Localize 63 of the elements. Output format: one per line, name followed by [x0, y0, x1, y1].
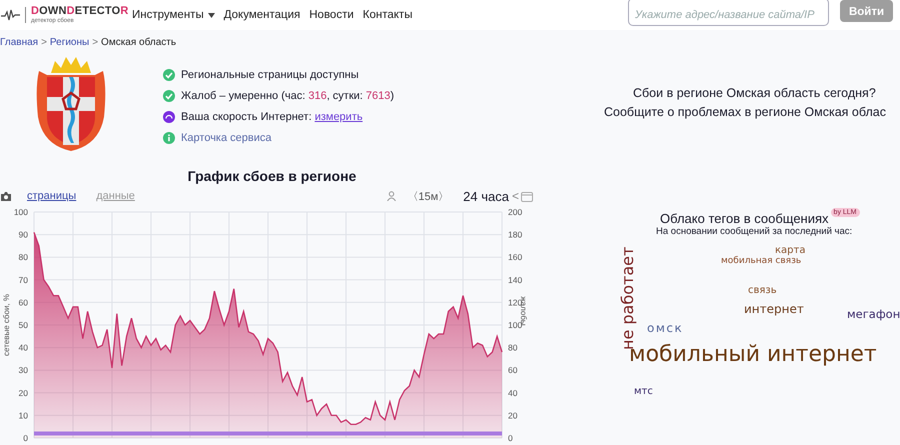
breadcrumb-separator: > [41, 36, 47, 48]
logo-text[interactable]: DOWNDETECTOR [31, 6, 129, 17]
nav-link[interactable]: Контакты [362, 9, 412, 21]
nav-link[interactable]: Документация [224, 9, 300, 21]
y-axis-label: 60 [508, 365, 518, 376]
breadcrumb-current: Омская область [101, 36, 176, 48]
calendar-icon[interactable] [521, 190, 533, 202]
camera-icon[interactable] [1, 192, 11, 200]
nav-link[interactable]: Новости [309, 9, 354, 21]
y-axis-label: 200 [508, 207, 522, 217]
report-prompt: Сообщите о проблемах в регионе Омская облас [603, 105, 887, 121]
breadcrumb-link[interactable]: Главная [0, 36, 38, 48]
y-axis-label: 40 [508, 388, 518, 398]
status-text: Жалоб – умеренно (час: 316, сутки: 7613) [181, 90, 394, 102]
y-axis-label: 20 [508, 410, 518, 420]
y-axis-label: 20 [18, 388, 28, 398]
y-axis-label: 140 [508, 274, 522, 285]
y-axis-label: 90 [18, 230, 28, 240]
y-axis-label: 70 [18, 274, 28, 285]
info-icon [163, 132, 175, 144]
y-axis-label: 0 [23, 433, 28, 443]
tag-word: интернет [744, 303, 804, 315]
y-axis-label: 40 [18, 342, 28, 353]
region-headline: Сбои в регионе Омская область сегодня? [632, 85, 877, 102]
tag-word: мегафон [847, 309, 900, 320]
y-axis-label: 80 [508, 342, 518, 353]
y-axis-title: сетевые сбои, % [2, 294, 11, 356]
nav-link[interactable]: Инструменты [132, 9, 215, 21]
cloud-title: Облако тегов в сообщениях [660, 211, 829, 226]
y-axis-label: 50 [18, 320, 28, 330]
service-card-link[interactable]: Карточка сервиса [181, 132, 272, 144]
measure-link[interactable]: измерить [314, 110, 363, 122]
speedometer-icon [163, 110, 175, 122]
check-icon [163, 90, 175, 102]
check-icon [163, 68, 175, 80]
tag-word: мобильная связь [721, 257, 802, 266]
interval-button[interactable]: 〈15м〉 [407, 188, 450, 204]
y-axis-label: 180 [508, 230, 522, 240]
breadcrumb-link[interactable]: Регионы [50, 36, 90, 48]
y-axis-label: 60 [18, 297, 28, 308]
cloud-subtitle: На основании сообщений за последний час: [655, 226, 854, 239]
tag-word: связь [748, 286, 777, 296]
y-axis-label: 100 [14, 207, 28, 217]
pulse-icon [1, 9, 20, 21]
tag-word: омск [647, 322, 684, 334]
view-tab[interactable]: страницы [27, 190, 76, 202]
chart-title: График сбоев в регионе [186, 167, 358, 186]
y-axis-label: 10 [18, 410, 28, 420]
breadcrumb-separator: > [92, 36, 98, 48]
caret-icon [208, 12, 215, 18]
y-axis-label: 100 [508, 320, 522, 330]
y-axis-label: 120 [508, 297, 522, 308]
status-text: Региональные страницы доступны [181, 68, 359, 80]
status-text: Ваша скорость Интернет: измерить [181, 110, 363, 122]
y-axis-label: 160 [508, 252, 522, 262]
period-label[interactable]: 24 часа [463, 188, 509, 204]
y-axis-label: 80 [18, 252, 28, 262]
search-field[interactable]: Укажите адрес/название сайта/IP [628, 0, 829, 26]
y-axis-label: 0 [508, 433, 513, 443]
y-axis-label: 30 [18, 365, 28, 376]
person-icon[interactable] [387, 191, 396, 201]
tag-word: мтс [634, 387, 653, 397]
tag-word: карта [775, 246, 806, 256]
